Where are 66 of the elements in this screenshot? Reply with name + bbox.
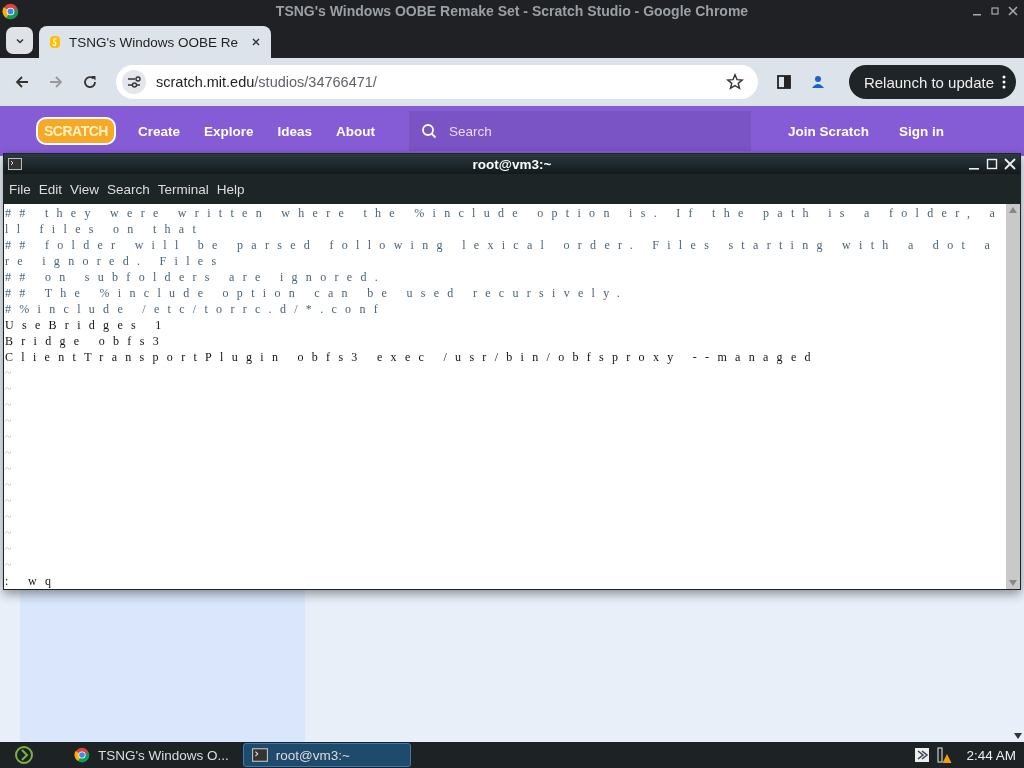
empty-line-marker: ~	[4, 429, 13, 445]
reload-icon[interactable]	[82, 74, 98, 90]
url-text: scratch.mit.edu/studios/34766471/	[156, 74, 378, 90]
nav-link[interactable]: Create	[125, 123, 192, 139]
close-icon[interactable]	[1008, 6, 1018, 16]
menu-item[interactable]: Search	[104, 181, 155, 197]
network-icon[interactable]	[914, 746, 931, 764]
menu-item[interactable]: Help	[213, 181, 250, 197]
taskbar-item[interactable]: TSNG's Windows O...	[66, 743, 237, 767]
nav-link[interactable]: Sign in	[884, 123, 959, 139]
chrome-logo-icon	[74, 747, 90, 763]
empty-line-marker: ~	[4, 413, 13, 429]
code-line: ClientTransportPlugin obfs3 exec /usr/bin/obfsproxy --managed	[4, 349, 820, 365]
side-panel-icon[interactable]	[776, 74, 792, 90]
empty-line-marker: ~	[4, 445, 13, 461]
tab-list-button[interactable]	[6, 27, 33, 54]
profile-icon[interactable]	[810, 74, 826, 90]
search-icon	[421, 123, 437, 139]
empty-line-marker: ~	[4, 461, 13, 477]
code-line: ## they were written where the %include option is. If the path is a folder, a	[4, 205, 1005, 221]
code-line: ## folder will be parsed following lexical order. Files starting with a dot a	[4, 237, 1000, 253]
nav-link[interactable]: About	[324, 123, 387, 139]
empty-line-marker: ~	[4, 493, 13, 509]
window-title: TSNG's Windows OOBE Remake Set - Scratch Studio - Google Chrome	[275, 3, 749, 19]
star-icon[interactable]	[726, 73, 744, 91]
site-settings-icon[interactable]	[122, 70, 146, 94]
empty-line-marker: ~	[4, 557, 13, 573]
menu-item[interactable]: View	[67, 181, 105, 197]
menu-item[interactable]: File	[6, 181, 36, 197]
empty-line-marker: ~	[4, 365, 13, 381]
empty-line-marker: ~	[4, 541, 13, 557]
empty-line-marker: ~	[4, 509, 13, 525]
code-line: ## on subfolders are ignored.	[4, 269, 387, 285]
code-line: Bridge obfs3	[4, 333, 168, 349]
taskbar-item[interactable]: root@vm3:~	[242, 743, 411, 767]
code-line: UseBridges 1	[4, 317, 171, 333]
back-arrow-icon[interactable]	[14, 74, 30, 90]
close-icon[interactable]	[251, 37, 261, 47]
menu-item[interactable]: Terminal	[154, 181, 214, 197]
terminal-icon	[8, 158, 22, 170]
empty-line-marker: ~	[4, 397, 13, 413]
clock: 2:44 AM	[966, 747, 1016, 763]
nav-link[interactable]: Explore	[191, 123, 266, 139]
empty-line-marker: ~	[4, 525, 13, 541]
code-line: #%include /etc/torrc.d/*.conf	[4, 301, 387, 317]
chrome-logo-icon	[2, 2, 19, 20]
relaunch-button[interactable]: Relaunch to update	[848, 65, 1016, 99]
battery-warning-icon[interactable]	[936, 746, 953, 764]
empty-line-marker: ~	[4, 381, 13, 397]
terminal-icon	[251, 747, 268, 763]
more-icon	[1002, 74, 1006, 90]
code-line: ## The %include option can be used recursively.	[4, 285, 630, 301]
favicon-icon	[49, 35, 61, 49]
down-arrow-icon[interactable]	[1014, 733, 1022, 739]
search-field[interactable]: Search	[409, 111, 751, 151]
menu-item[interactable]: Edit	[35, 181, 68, 197]
nav-link[interactable]: Ideas	[265, 123, 324, 139]
empty-line-marker: ~	[4, 477, 13, 493]
command-line: : wq	[4, 573, 61, 589]
address-bar[interactable]: scratch.mit.edu/studios/34766471/	[116, 65, 758, 99]
window-title: root@vm3:~	[472, 156, 552, 172]
code-line: ll files on that	[4, 221, 206, 237]
nav-link[interactable]: Join Scratch	[773, 123, 884, 139]
browser-tab[interactable]: TSNG's Windows OOBE Re	[39, 26, 271, 58]
start-menu-icon[interactable]	[14, 745, 34, 765]
code-line: re ignored. Files	[4, 253, 226, 269]
